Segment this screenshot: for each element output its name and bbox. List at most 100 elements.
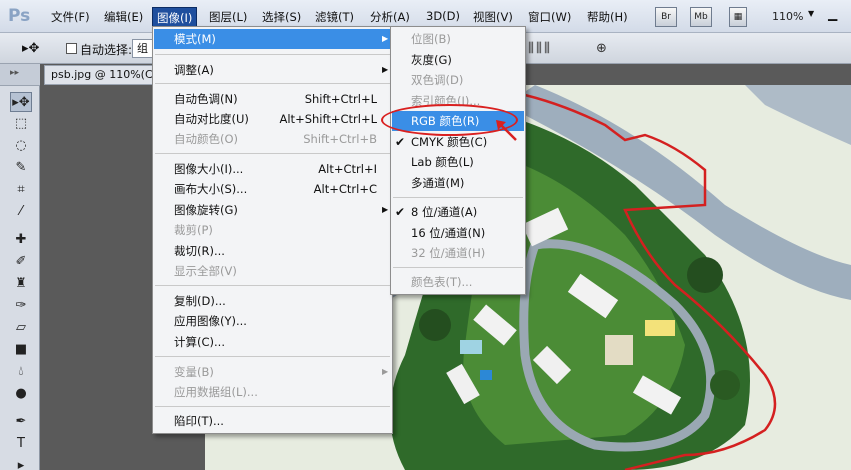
auto-align-icon[interactable]: ⊕ — [596, 41, 607, 56]
menu-item-32-bit[interactable]: 32 位/通道(H) — [392, 243, 524, 263]
menu-item-multichannel[interactable]: 多通道(M) — [392, 173, 524, 193]
zoom-level[interactable]: 110% — [772, 10, 803, 23]
divider — [155, 285, 390, 286]
menu-item-grayscale[interactable]: 灰度(G) — [392, 50, 524, 70]
eyedropper-tool-icon[interactable]: ⁄ — [10, 202, 32, 222]
menu-item-label: 画布大小(S)... — [174, 182, 248, 196]
blur-tool-icon[interactable]: 💧︎ — [10, 362, 32, 382]
pen-tool-icon[interactable]: ✒ — [10, 412, 32, 432]
divider — [155, 83, 390, 84]
menu-item-label: 32 位/通道(H) — [411, 246, 486, 260]
menu-item-reveal-all[interactable]: 显示全部(V) — [154, 261, 391, 281]
menu-help[interactable]: 帮助(H) — [587, 9, 628, 25]
menu-file[interactable]: 文件(F) — [51, 9, 90, 25]
brush-tool-icon[interactable]: ✐ — [10, 252, 32, 272]
eraser-tool-icon[interactable]: ▱ — [10, 318, 32, 338]
history-brush-tool-icon[interactable]: ✑ — [10, 296, 32, 316]
photoshop-logo: Ps — [8, 6, 31, 26]
menu-window[interactable]: 窗口(W) — [528, 9, 571, 25]
clone-stamp-tool-icon[interactable]: ♜ — [10, 274, 32, 294]
divider — [155, 153, 390, 154]
menu-item-apply-data-set[interactable]: 应用数据组(L)... — [154, 382, 391, 402]
bridge-button[interactable]: Br — [655, 7, 677, 27]
menu-item-calculations[interactable]: 计算(C)... — [154, 332, 391, 352]
menu-item-duplicate[interactable]: 复制(D)... — [154, 291, 391, 311]
toolbox: ▸▸ ▸✥ ⬚ ◌ ✎ ⌗ ⁄ ✚ ✐ ♜ ✑ ▱ ■ 💧︎ ● ✒ T ▸ — [0, 64, 40, 470]
menu-item-shortcut: Alt+Shift+Ctrl+L — [279, 112, 378, 126]
type-tool-icon[interactable]: T — [10, 434, 32, 454]
move-tool-icon[interactable]: ▸✥ — [10, 92, 32, 112]
menu-item-bitmap[interactable]: 位图(B) — [392, 29, 524, 49]
menu-view[interactable]: 视图(V) — [473, 9, 513, 25]
menu-item-adjust[interactable]: 调整(A) ▶ — [154, 60, 391, 80]
quick-select-tool-icon[interactable]: ✎ — [10, 158, 32, 178]
view-extras-icon[interactable]: ▦ — [729, 7, 747, 27]
auto-select-checkbox[interactable] — [66, 43, 77, 54]
document-tab[interactable]: psb.jpg @ 110%(CM — [44, 65, 154, 85]
menu-item-label: 应用数据组(L)... — [174, 385, 258, 399]
menu-item-label: 8 位/通道(A) — [411, 205, 478, 219]
minimize-icon[interactable]: ▁ — [828, 7, 837, 21]
divider — [155, 54, 390, 55]
menu-item-label: 双色调(D) — [411, 73, 464, 87]
menu-item-label: Lab 颜色(L) — [411, 155, 474, 169]
toolbox-grip[interactable]: ▸▸ — [0, 64, 40, 86]
path-selection-tool-icon[interactable]: ▸ — [10, 456, 32, 470]
menu-item-trap[interactable]: 陷印(T)... — [154, 411, 391, 431]
menu-item-auto-contrast[interactable]: 自动对比度(U) Alt+Shift+Ctrl+L — [154, 109, 391, 129]
marquee-tool-icon[interactable]: ⬚ — [10, 114, 32, 134]
divider — [155, 406, 390, 407]
gradient-tool-icon[interactable]: ■ — [10, 340, 32, 360]
dodge-tool-icon[interactable]: ● — [10, 384, 32, 404]
menu-item-auto-color[interactable]: 自动颜色(O) Shift+Ctrl+B — [154, 129, 391, 149]
checkmark-icon: ✔ — [395, 205, 406, 219]
menu-item-16-bit[interactable]: 16 位/通道(N) — [392, 223, 524, 243]
menu-item-label: 颜色表(T)... — [411, 275, 473, 289]
menu-item-label: 自动对比度(U) — [174, 112, 249, 126]
lasso-tool-icon[interactable]: ◌ — [10, 136, 32, 156]
menu-item-8-bit[interactable]: ✔ 8 位/通道(A) — [392, 202, 524, 222]
move-tool-icon[interactable]: ▸✥ — [22, 41, 39, 56]
divider — [393, 267, 523, 268]
healing-brush-tool-icon[interactable]: ✚ — [10, 230, 32, 250]
divider — [155, 356, 390, 357]
image-menu: 模式(M) ▶ 调整(A) ▶ 自动色调(N) Shift+Ctrl+L 自动对… — [152, 26, 393, 434]
menu-filter[interactable]: 滤镜(T) — [315, 9, 354, 25]
mini-bridge-button[interactable]: Mb — [690, 7, 712, 27]
menu-item-auto-tone[interactable]: 自动色调(N) Shift+Ctrl+L — [154, 89, 391, 109]
menu-item-color-table[interactable]: 颜色表(T)... — [392, 272, 524, 292]
submenu-arrow-icon: ▶ — [382, 205, 389, 214]
menu-item-label: 裁切(R)... — [174, 244, 225, 258]
menu-item-image-rotation[interactable]: 图像旋转(G) ▶ — [154, 200, 391, 220]
menu-item-variables[interactable]: 变量(B) ▶ — [154, 362, 391, 382]
menu-item-shortcut: Alt+Ctrl+C — [313, 182, 377, 196]
menu-item-label: 显示全部(V) — [174, 264, 237, 278]
menu-item-label: 裁剪(P) — [174, 223, 213, 237]
menu-item-label: 图像旋转(G) — [174, 203, 238, 217]
annotation-arrow-icon — [496, 120, 517, 141]
menu-item-label: 计算(C)... — [174, 335, 225, 349]
crop-tool-icon[interactable]: ⌗ — [10, 180, 32, 200]
menu-item-label: 陷印(T)... — [174, 414, 224, 428]
menu-item-trim[interactable]: 裁切(R)... — [154, 241, 391, 261]
menu-item-duotone[interactable]: 双色调(D) — [392, 70, 524, 90]
chevron-down-icon[interactable]: ▼ — [808, 9, 814, 18]
menu-item-label: 位图(B) — [411, 32, 451, 46]
menu-item-label: 灰度(G) — [411, 53, 452, 67]
menu-item-crop[interactable]: 裁剪(P) — [154, 220, 391, 240]
menu-item-image-size[interactable]: 图像大小(I)... Alt+Ctrl+I — [154, 159, 391, 179]
menu-item-mode[interactable]: 模式(M) ▶ — [154, 29, 391, 49]
menu-item-lab-color[interactable]: Lab 颜色(L) — [392, 152, 524, 172]
menu-item-label: 多通道(M) — [411, 176, 465, 190]
menu-analysis[interactable]: 分析(A) — [370, 9, 410, 25]
align-icons[interactable]: ⫼⫼⫼ — [528, 41, 552, 56]
menu-item-label: 复制(D)... — [174, 294, 226, 308]
menu-edit[interactable]: 编辑(E) — [104, 9, 143, 25]
menu-item-apply-image[interactable]: 应用图像(Y)... — [154, 311, 391, 331]
menu-item-label: 模式(M) — [174, 32, 216, 46]
menu-3d[interactable]: 3D(D) — [426, 9, 460, 23]
menu-item-shortcut: Shift+Ctrl+L — [304, 92, 377, 106]
menu-select[interactable]: 选择(S) — [262, 9, 301, 25]
menu-item-canvas-size[interactable]: 画布大小(S)... Alt+Ctrl+C — [154, 179, 391, 199]
menu-layer[interactable]: 图层(L) — [209, 9, 247, 25]
